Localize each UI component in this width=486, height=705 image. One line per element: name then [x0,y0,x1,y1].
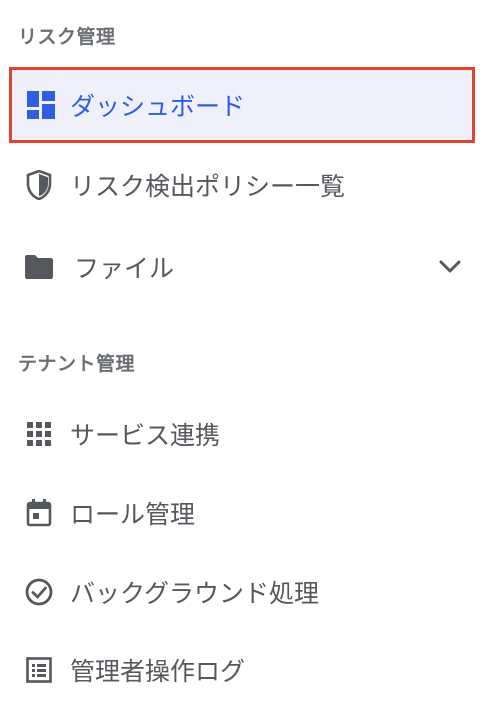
shield-icon [24,170,54,200]
nav-item-label: サービス連携 [70,421,221,450]
nav-item-service-integration[interactable]: サービス連携 [0,399,486,469]
dashboard-icon [26,90,56,120]
nav-item-files[interactable]: ファイル [0,232,486,302]
chevron-down-icon[interactable] [436,253,464,281]
nav-item-label: ファイル [74,254,175,283]
nav-item-risk-policies[interactable]: リスク検出ポリシー一覧 [0,150,486,220]
nav-item-label: リスク検出ポリシー一覧 [70,172,346,201]
nav-item-admin-log[interactable]: 管理者操作ログ [0,635,486,705]
check-circle-icon [24,577,54,607]
nav-item-dashboard[interactable]: ダッシュボード [9,67,475,143]
nav-item-label: ダッシュボード [70,92,246,121]
nav-item-role-management[interactable]: ロール管理 [0,478,486,548]
folder-icon [24,252,54,282]
nav-item-label: ロール管理 [70,500,196,529]
nav-item-label: 管理者操作ログ [70,657,246,686]
nav-item-background-processing[interactable]: バックグラウンド処理 [0,557,486,627]
tenant-section-header: テナント管理 [18,353,136,375]
grid-icon [24,419,54,449]
calendar-icon [24,498,54,528]
list-icon [24,655,54,685]
nav-item-label: バックグラウンド処理 [70,579,320,608]
risk-section-header: リスク管理 [18,26,116,48]
